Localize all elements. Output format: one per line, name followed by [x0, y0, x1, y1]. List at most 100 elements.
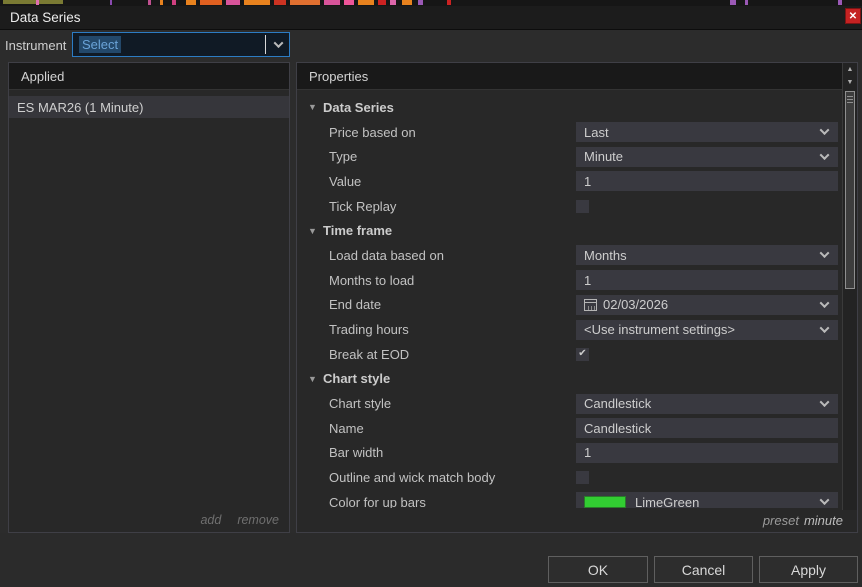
property-group-header[interactable]: ▼Data Series [297, 95, 842, 120]
chart-fragment [3, 0, 63, 4]
property-label: Name [329, 421, 364, 436]
applied-list: ES MAR26 (1 Minute) [9, 91, 289, 508]
remove-link[interactable]: remove [237, 513, 279, 527]
property-label: Price based on [329, 125, 416, 140]
chart-fragment [390, 0, 396, 5]
instrument-label: Instrument [5, 38, 66, 53]
chart-fragment [402, 0, 412, 5]
text-input[interactable]: 1 [576, 443, 838, 463]
chart-fragment [36, 0, 39, 5]
chart-fragment [358, 0, 374, 5]
checkbox[interactable] [576, 200, 589, 213]
property-row: Chart styleCandlestick [297, 391, 842, 416]
text-field: 1 [576, 443, 838, 463]
chevron-down-icon [820, 249, 830, 259]
group-label: Time frame [323, 223, 392, 238]
property-group-header[interactable]: ▼Time frame [297, 218, 842, 243]
chevron-down-icon [820, 298, 830, 308]
property-label: Outline and wick match body [329, 470, 495, 485]
chart-fragment [344, 0, 354, 5]
apply-button[interactable]: Apply [759, 556, 858, 583]
property-row: Price based on Last [297, 120, 842, 145]
property-label: Trading hours [329, 322, 409, 337]
chart-fragment [290, 0, 320, 5]
field-value: 1 [584, 445, 591, 460]
chart-fragment [110, 0, 112, 5]
chart-fragment [838, 0, 842, 5]
collapse-triangle-icon: ▼ [308, 226, 323, 236]
text-field: Candlestick [576, 418, 838, 438]
dropdown-field: <Use instrument settings> [576, 320, 838, 340]
chart-fragment [200, 0, 222, 5]
dropdown[interactable]: 02/03/2026 [576, 295, 838, 315]
applied-panel: Applied ES MAR26 (1 Minute) add remove [8, 62, 290, 533]
property-group-header[interactable]: ▼Chart style [297, 367, 842, 392]
property-row: Color for up bars LimeGreen [297, 490, 842, 508]
chart-fragment [226, 0, 240, 5]
property-row: Load data based on Months [297, 243, 842, 268]
chevron-down-icon [820, 323, 830, 333]
chevron-down-icon [820, 495, 830, 505]
scrollbar-thumb[interactable] [845, 91, 855, 289]
chart-fragment [186, 0, 196, 5]
property-row: Months to load 1 [297, 268, 842, 293]
preset-link[interactable]: preset [763, 513, 799, 528]
dropdown-field: Minute [576, 147, 838, 167]
dropdown-field: Months [576, 245, 838, 265]
property-label: Bar width [329, 445, 383, 460]
instrument-dropdown-button[interactable] [267, 33, 289, 56]
chart-fragment [244, 0, 270, 5]
cancel-button[interactable]: Cancel [654, 556, 753, 583]
property-label: Load data based on [329, 248, 444, 263]
field-value: 02/03/2026 [603, 297, 668, 312]
properties-scrollbar[interactable]: ▲ ▼ [842, 63, 857, 510]
text-input[interactable]: 1 [576, 270, 838, 290]
checkbox[interactable] [576, 471, 589, 484]
text-input[interactable]: 1 [576, 171, 838, 191]
text-input[interactable]: Candlestick [576, 418, 838, 438]
properties-grid: ▼Data SeriesPrice based onLastTypeMinute… [297, 91, 842, 508]
chevron-down-icon [820, 397, 830, 407]
field-value: Candlestick [584, 421, 651, 436]
chart-fragment [730, 0, 736, 5]
dropdown[interactable]: Last [576, 122, 838, 142]
scroll-up-icon[interactable]: ▲ [843, 63, 857, 76]
property-row: Name Candlestick [297, 416, 842, 441]
dropdown-field: Last [576, 122, 838, 142]
chevron-down-icon [820, 150, 830, 160]
properties-footer: preset minute [297, 508, 857, 532]
property-row: TypeMinute [297, 144, 842, 169]
dropdown[interactable]: LimeGreen [576, 492, 838, 508]
add-link[interactable]: add [200, 513, 221, 527]
applied-footer: add remove [9, 508, 289, 532]
dialog-button-bar: OK Cancel Apply [0, 533, 862, 587]
instrument-value: Select [79, 36, 121, 53]
dropdown[interactable]: Candlestick [576, 394, 838, 414]
checkbox[interactable]: ✔ [576, 348, 589, 361]
applied-header: Applied [9, 63, 289, 90]
calendar-icon [584, 299, 597, 311]
collapse-triangle-icon: ▼ [308, 374, 323, 384]
property-label: Months to load [329, 273, 414, 288]
instrument-combobox[interactable]: Select [72, 32, 290, 57]
ok-button[interactable]: OK [548, 556, 648, 583]
dialog-titlebar[interactable]: Data Series ✕ [0, 6, 862, 30]
dropdown-field: 02/03/2026 [576, 295, 838, 315]
preset-name: minute [804, 513, 843, 528]
property-row: Trading hours <Use instrument settings> [297, 317, 842, 342]
group-label: Data Series [323, 100, 394, 115]
field-value: 1 [584, 273, 591, 288]
chart-fragment [324, 0, 340, 5]
chart-fragment [160, 0, 163, 5]
applied-list-item[interactable]: ES MAR26 (1 Minute) [9, 96, 289, 118]
dropdown[interactable]: Months [576, 245, 838, 265]
color-swatch [584, 496, 626, 508]
close-button[interactable]: ✕ [845, 8, 861, 24]
property-label: Tick Replay [329, 199, 396, 214]
property-row: Bar width 1 [297, 441, 842, 466]
dropdown[interactable]: <Use instrument settings> [576, 320, 838, 340]
chart-fragment [745, 0, 748, 5]
scroll-down-icon[interactable]: ▼ [843, 76, 857, 89]
dropdown[interactable]: Minute [576, 147, 838, 167]
property-label: Color for up bars [329, 495, 426, 508]
